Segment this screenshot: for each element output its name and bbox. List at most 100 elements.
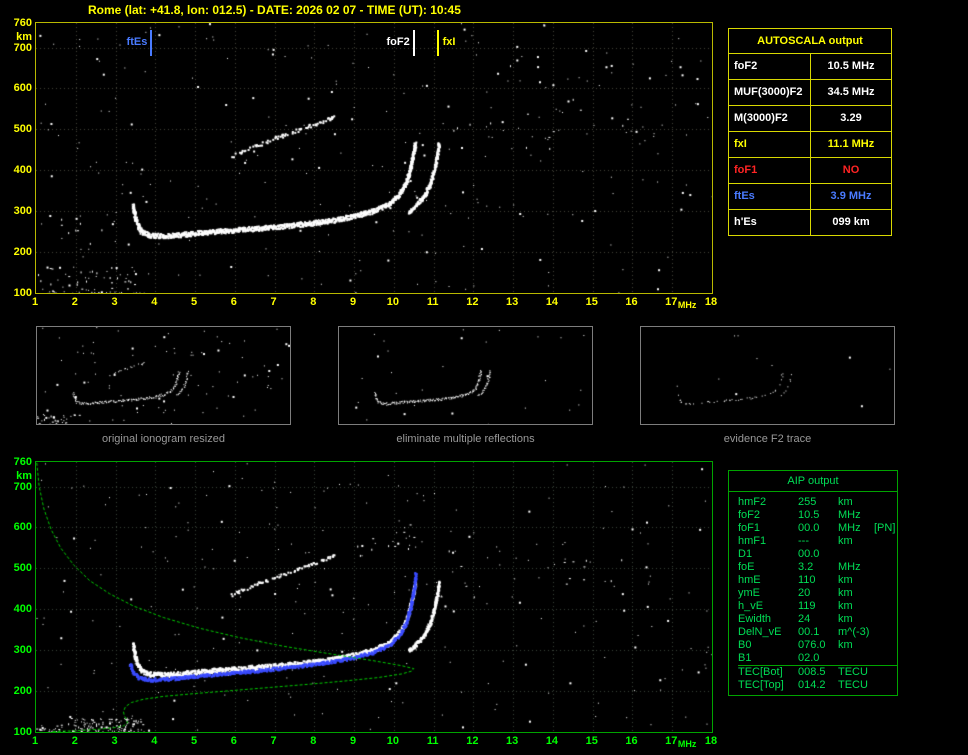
param-name: TEC[Top] [738, 679, 784, 691]
aip-row-yme: ymE 20 km [738, 587, 897, 600]
x-tick-label: 10 [386, 735, 399, 747]
y-tick-label: 700 [13, 480, 32, 493]
param-name: DelN_vE [738, 626, 782, 638]
thumbnail-caption: eliminate multiple reflections [396, 433, 535, 445]
param-label: fxI [729, 132, 811, 157]
main-ionogram-plot: ftEs foF2 fxI [35, 22, 713, 294]
param-extra [874, 600, 897, 613]
x-tick-label: 13 [506, 735, 519, 747]
param-unit: km [838, 496, 853, 508]
param-extra [874, 613, 897, 626]
y-axis-unit-label: km [16, 31, 32, 43]
x-tick-label: 2 [71, 735, 78, 747]
param-name: B0 [738, 639, 752, 651]
y-tick-label: 600 [13, 521, 32, 534]
param-value: 110 [798, 574, 816, 586]
x-tick-label: 2 [71, 296, 78, 308]
y-tick-label: 760 [13, 17, 32, 29]
x-tick-label: 10 [386, 296, 399, 308]
y-tick-label: 700 [13, 41, 32, 54]
param-value: 119 [798, 600, 816, 612]
y-tick-label: 400 [13, 164, 32, 177]
aip-row-hmf1: hmF1 --- km [738, 535, 897, 548]
param-label: foF1 [729, 158, 811, 183]
y-tick-label: 200 [13, 246, 32, 259]
x-tick-label: 15 [585, 296, 598, 308]
param-value: 11.1 MHz [827, 138, 875, 150]
param-value: 00.0 [798, 548, 820, 560]
param-unit [838, 548, 874, 561]
param-label: ftEs [729, 184, 811, 209]
param-value: 3.2 [798, 561, 814, 573]
param-unit: km [838, 574, 853, 586]
autoscala-row-muf: MUF(3000)F2 34.5 MHz [729, 80, 891, 106]
x-tick-label: 7 [270, 296, 277, 308]
param-value: 3.9 MHz [830, 190, 872, 202]
marker-line-fxI [436, 30, 439, 56]
param-value: 00.0 [798, 522, 820, 534]
param-name: TEC[Bot] [738, 666, 783, 678]
param-name: foE [738, 561, 755, 573]
thumbnail-caption: evidence F2 trace [723, 433, 812, 445]
autoscala-row-fof1: foF1 NO [729, 158, 891, 184]
x-tick-label: 12 [466, 735, 479, 747]
param-value: 099 km [832, 216, 870, 228]
marker-line-foF2 [412, 30, 415, 56]
x-tick-label: 11 [426, 735, 439, 747]
x-tick-label: 18 [704, 735, 718, 747]
param-name: Ewidth [738, 613, 772, 625]
y-tick-label: 300 [13, 205, 32, 218]
param-value: 00.1 [798, 626, 820, 638]
y-tick-label: 100 [13, 726, 32, 738]
param-name: B1 [738, 652, 752, 664]
marker-label-fxI: fxI [442, 36, 456, 48]
param-extra [874, 535, 897, 548]
x-tick-label: 15 [585, 735, 598, 747]
aip-table-body: hmF2 255 km foF2 10.5 MHz foF1 00.0 MHz [PN] hm… [729, 492, 897, 695]
param-extra [874, 587, 897, 600]
param-unit: km [838, 639, 853, 651]
aip-row-delnve: DelN_vE 00.1 m^(-3) [738, 626, 897, 639]
aip-row-ewidth: Ewidth 24 km [738, 613, 897, 626]
param-value: 008.5 [798, 666, 826, 678]
aip-table-title: AIP output [729, 471, 897, 492]
param-extra: [PN] [874, 522, 896, 534]
aip-row-hmf2: hmF2 255 km [738, 496, 897, 509]
y-tick-label: 400 [13, 603, 32, 616]
x-axis-unit-label: MHz [677, 300, 697, 310]
param-extra [874, 561, 897, 574]
aip-row-tecbot: TEC[Bot] 008.5 TECU [738, 665, 897, 679]
param-name: D1 [738, 548, 753, 560]
x-tick-label: 16 [625, 296, 638, 308]
param-value: 20 [798, 587, 811, 599]
autoscala-row-hes: h'Es 099 km [729, 210, 891, 235]
x-tick-label: 6 [230, 735, 237, 747]
param-value: 3.29 [840, 112, 862, 124]
param-value: 076.0 [798, 639, 826, 651]
param-value: 10.5 MHz [827, 60, 875, 72]
param-value: 014.2 [798, 679, 826, 691]
station-date-title: Rome (lat: +41.8, lon: 012.5) - DATE: 20… [88, 3, 461, 17]
x-tick-label: 16 [625, 735, 638, 747]
thumbnail-f2-canvas [641, 327, 894, 424]
aip-row-hme: hmE 110 km [738, 574, 897, 587]
autoscala-output-table: AUTOSCALA output foF2 10.5 MHz MUF(3000)… [728, 28, 892, 236]
param-value: --- [798, 535, 809, 547]
param-unit: MHz [838, 509, 861, 521]
x-tick-label: 8 [310, 735, 317, 747]
param-value: 02.0 [798, 652, 820, 664]
y-tick-label: 500 [13, 562, 32, 575]
param-unit: km [838, 613, 853, 625]
y-tick-label: 600 [13, 82, 32, 95]
aip-row-d1: D1 00.0 [738, 548, 897, 561]
param-unit: km [838, 535, 853, 547]
autoscala-row-fof2: foF2 10.5 MHz [729, 54, 891, 80]
x-tick-label: 4 [151, 296, 158, 308]
x-tick-label: 5 [190, 296, 198, 308]
param-label: foF2 [729, 54, 811, 79]
x-tick-label: 14 [545, 296, 559, 308]
x-tick-label: 6 [230, 296, 237, 308]
param-extra [874, 626, 897, 639]
x-axis-unit-label: MHz [677, 739, 697, 749]
autoscala-row-m3000: M(3000)F2 3.29 [729, 106, 891, 132]
